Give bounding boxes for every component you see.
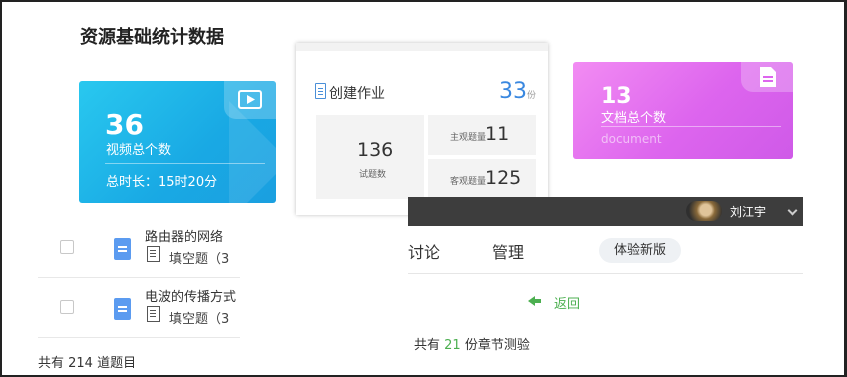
video-count: 36 [105, 108, 144, 141]
document-icon [315, 83, 326, 99]
tab-discussion[interactable]: 讨论 [408, 239, 440, 263]
summary-count: 21 [444, 338, 461, 353]
video-stats-card: 36 视频总个数 总时长：15时20分 [79, 81, 276, 203]
chevron-down-icon[interactable] [787, 205, 798, 216]
user-name[interactable]: 刘江宇 [730, 203, 766, 220]
total-questions-label: 试题数 [359, 170, 387, 180]
homework-unit: 份 [526, 91, 536, 101]
video-badge [224, 81, 276, 119]
question-total: 共有 214 道题目 [38, 356, 137, 371]
summary-prefix: 共有 [414, 338, 441, 353]
divider [408, 273, 803, 274]
stats-heading: 资源基础统计数据 [80, 27, 224, 48]
homework-title: 创建作业 [329, 86, 385, 102]
question-type-icon [147, 246, 160, 262]
divider [105, 163, 265, 164]
video-count-label: 视频总个数 [106, 143, 172, 158]
objective-value: 125 [485, 167, 522, 189]
question-type-icon [147, 306, 160, 322]
avatar[interactable] [686, 201, 722, 221]
try-new-version-button[interactable]: 体验新版 [599, 238, 682, 263]
list-item[interactable]: 路由器的网络 填空题（3 [38, 218, 240, 278]
list-item[interactable]: 电波的传播方式 填空题（3 [38, 278, 240, 338]
video-duration: 总时长：15时20分 [106, 175, 218, 190]
objective-label: 客观题量 [450, 177, 487, 187]
subjective-cell: 主观题量 11 [428, 115, 536, 155]
question-type: 填空题（3 [169, 312, 230, 327]
question-title[interactable]: 电波的传播方式 [145, 286, 240, 305]
objective-cell: 客观题量 125 [428, 159, 536, 199]
total-questions-cell: 136 试题数 [316, 115, 424, 199]
document-stats-card: 13 文档总个数 document [573, 62, 793, 159]
doc-badge [741, 62, 793, 92]
select-checkbox[interactable] [60, 240, 74, 254]
question-title[interactable]: 路由器的网络 [145, 226, 240, 245]
video-icon [238, 90, 262, 109]
question-list: 路由器的网络 填空题（3 电波的传播方式 填空题（3 [38, 218, 240, 338]
doc-count-label: 文档总个数 [601, 111, 667, 126]
document-icon [114, 238, 131, 260]
total-questions-value: 136 [357, 139, 394, 161]
subjective-value: 11 [485, 123, 510, 145]
document-icon [760, 67, 776, 87]
document-icon [114, 298, 131, 320]
homework-card[interactable]: 创建作业 33份 136 试题数 主观题量 11 客观题量 125 [296, 43, 548, 215]
homework-count: 33 [498, 79, 527, 104]
subjective-label: 主观题量 [450, 133, 487, 143]
back-arrow-icon[interactable] [528, 296, 541, 306]
divider [601, 126, 781, 127]
card-top-strip [296, 43, 548, 51]
back-link[interactable]: 返回 [554, 293, 580, 312]
tab-manage[interactable]: 管理 [492, 239, 524, 263]
select-checkbox[interactable] [60, 300, 74, 314]
question-type: 填空题（3 [169, 252, 230, 267]
top-bar: 刘江宇 [408, 197, 803, 226]
doc-count: 13 [601, 84, 632, 109]
homework-count-wrap: 33份 [499, 79, 536, 104]
course-panel: 刘江宇 讨论 管理 体验新版 返回 共有 21 份章节测验 [408, 197, 803, 377]
doc-subtitle: document [601, 132, 662, 146]
quiz-summary: 共有 21 份章节测验 [414, 334, 530, 353]
summary-suffix: 份章节测验 [464, 338, 530, 353]
